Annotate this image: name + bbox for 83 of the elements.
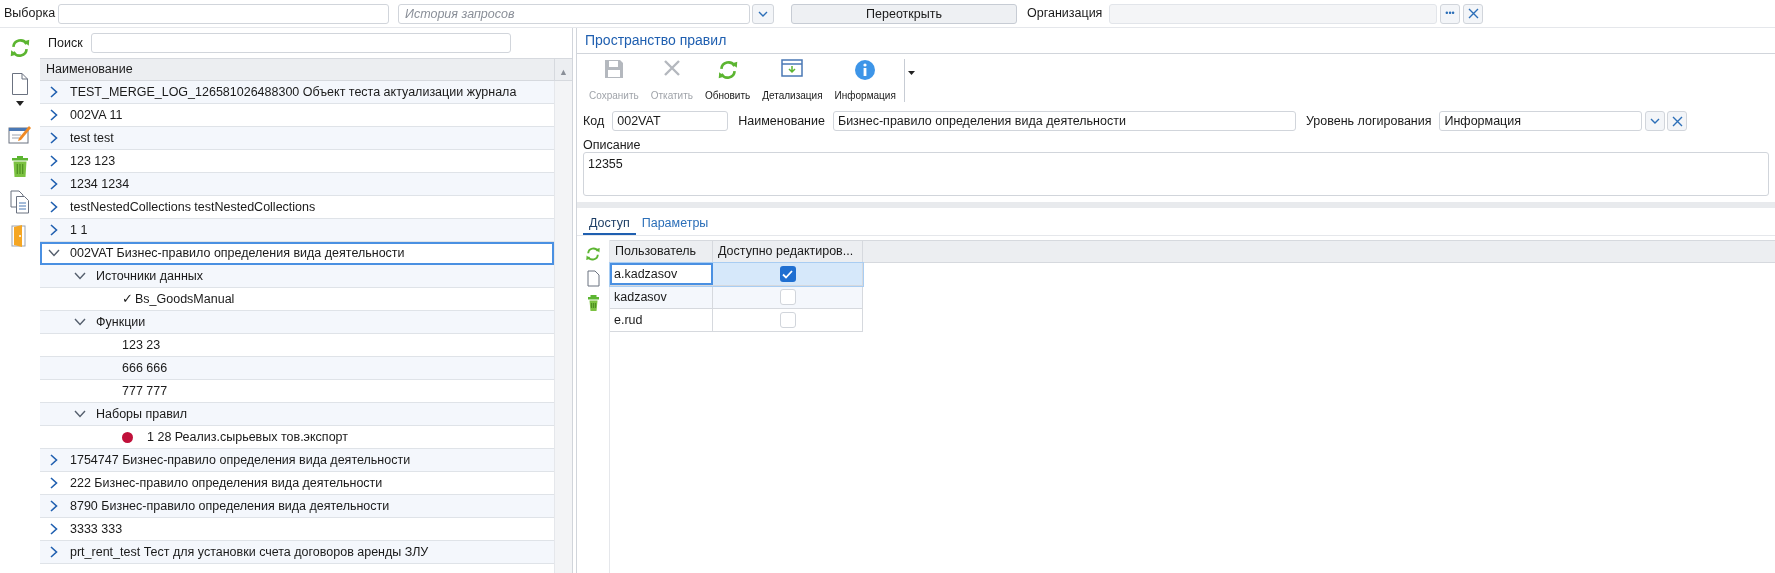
- search-field[interactable]: [90, 33, 511, 53]
- field-label: Организация: [1027, 5, 1104, 23]
- clear-button[interactable]: [1463, 3, 1483, 24]
- toolbar-button[interactable]: Информация: [828, 59, 902, 106]
- close-icon: [662, 59, 681, 77]
- tree-row[interactable]: prt_rent_test Тест для установки счета договоров аренды ЗЛУ: [40, 541, 554, 564]
- chevron-right-icon[interactable]: [50, 178, 58, 190]
- tree-row[interactable]: 1 1: [40, 219, 554, 242]
- checkbox[interactable]: [779, 266, 796, 282]
- description-field[interactable]: 12355: [583, 152, 1769, 196]
- tree-row[interactable]: 1234 1234: [40, 173, 554, 196]
- chevron-right-icon[interactable]: [50, 500, 58, 512]
- scrollbar[interactable]: [554, 81, 572, 573]
- tree-row[interactable]: 8790 Бизнес-правило определения вида деятельности: [40, 495, 554, 518]
- chevron-right-icon[interactable]: [50, 523, 58, 535]
- table-cell: e.rud: [610, 309, 713, 331]
- field-label: Описание: [582, 137, 642, 152]
- field-label: Наименование: [738, 112, 825, 130]
- chevron-down-icon[interactable]: [48, 249, 60, 257]
- field-label: Поиск: [48, 34, 83, 52]
- tree-row[interactable]: 1754747 Бизнес-правило определения вида деятельности: [40, 449, 554, 472]
- selection-field[interactable]: [58, 3, 389, 24]
- refresh-icon[interactable]: [585, 246, 601, 262]
- field-label: Код: [583, 112, 605, 130]
- details-icon: [781, 59, 804, 77]
- edit-icon[interactable]: [8, 124, 32, 144]
- tab[interactable]: Параметры: [635, 214, 715, 235]
- close-icon: [1672, 115, 1683, 127]
- organization-field[interactable]: [1109, 3, 1437, 24]
- refresh-icon: [716, 59, 739, 81]
- table-row[interactable]: a.kadzasov: [610, 263, 863, 286]
- code-field[interactable]: 002VAT: [612, 111, 729, 131]
- tab[interactable]: Доступ: [583, 214, 636, 235]
- chevron-down-icon: [1650, 118, 1661, 124]
- tree-row[interactable]: TEST_MERGE_LOG_126581026488300 Объект теста актуализации журнала: [40, 81, 554, 104]
- panel-title: Пространство правил: [577, 28, 1775, 54]
- chevron-down-icon[interactable]: [74, 272, 86, 280]
- check-mark: ✓: [122, 290, 133, 308]
- clear-button[interactable]: [1667, 111, 1688, 131]
- chevron-right-icon[interactable]: [50, 155, 58, 167]
- tree-row[interactable]: Источники данных: [40, 265, 554, 288]
- history-field[interactable]: История запросов: [398, 3, 750, 24]
- refresh-icon[interactable]: [9, 37, 31, 59]
- chevron-right-icon[interactable]: [50, 109, 58, 121]
- close-icon: [1467, 8, 1479, 19]
- tree-row[interactable]: Наборы правил: [40, 403, 554, 426]
- new-document-icon[interactable]: [11, 72, 29, 96]
- chevron-down-icon[interactable]: [74, 318, 86, 326]
- more-button[interactable]: •••: [1440, 3, 1460, 24]
- caret-icon[interactable]: [907, 71, 915, 75]
- chevron-down-icon[interactable]: [74, 410, 86, 418]
- copy-icon[interactable]: [10, 190, 30, 214]
- new-document-icon[interactable]: [586, 270, 600, 287]
- chevron-right-icon[interactable]: [50, 224, 58, 236]
- reopen-button[interactable]: Переоткрыть: [791, 3, 1017, 24]
- field-label: Выборка: [4, 5, 57, 23]
- checkbox[interactable]: [779, 289, 796, 305]
- table-row[interactable]: e.rud: [610, 309, 863, 332]
- tree-row[interactable]: Функции: [40, 311, 554, 334]
- info-icon: [854, 59, 877, 81]
- trash-icon[interactable]: [586, 295, 600, 311]
- chevron-right-icon[interactable]: [50, 454, 58, 466]
- chevron-right-icon[interactable]: [50, 201, 58, 213]
- trash-icon[interactable]: [11, 156, 29, 177]
- chevron-right-icon[interactable]: [50, 132, 58, 144]
- column-header: Наименование: [45, 61, 134, 79]
- toolbar-button[interactable]: Обновить: [698, 59, 757, 106]
- tree-row[interactable]: 002VAT Бизнес-правило определения вида деятельности: [40, 242, 554, 265]
- table-row[interactable]: kadzasov: [610, 286, 863, 309]
- checkbox[interactable]: [779, 312, 796, 328]
- chevron-right-icon[interactable]: [50, 86, 58, 98]
- chevron-right-icon[interactable]: [50, 477, 58, 489]
- log-level-field[interactable]: Информация: [1439, 111, 1643, 131]
- table-cell: a.kadzasov: [610, 263, 713, 285]
- chevron-down-icon: [758, 10, 768, 17]
- tree-row[interactable]: 666 666: [40, 357, 554, 380]
- tree-row[interactable]: test test: [40, 127, 554, 150]
- name-field[interactable]: Бизнес-правило определения вида деятельности: [832, 111, 1296, 131]
- field-label: Уровень логирования: [1305, 112, 1432, 130]
- caret-icon[interactable]: [16, 101, 24, 106]
- chevron-right-icon[interactable]: [50, 546, 58, 558]
- table-cell: kadzasov: [610, 286, 713, 308]
- toolbar-button[interactable]: Детализация: [756, 59, 829, 106]
